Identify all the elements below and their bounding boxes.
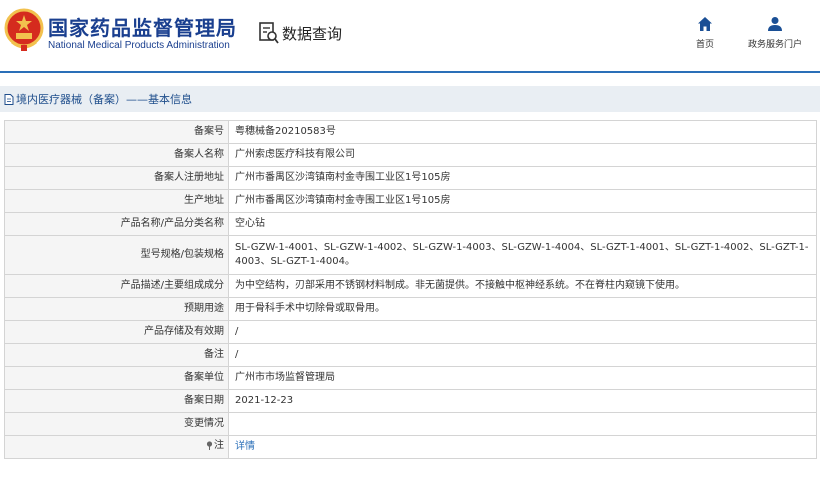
- document-icon: [4, 93, 14, 105]
- field-value: 广州市市场监督管理局: [228, 366, 817, 390]
- breadcrumb: 境内医疗器械（备案）——基本信息: [0, 86, 820, 112]
- field-value: 为中空结构，刃部采用不锈钢材料制成。非无菌提供。不接触中枢神经系统。不在脊柱内窥…: [228, 274, 817, 298]
- field-label: 产品存储及有效期: [4, 320, 229, 344]
- nav-home[interactable]: 首页: [688, 16, 722, 50]
- field-label: 变更情况: [4, 412, 229, 436]
- field-value: 粤穗械备20210583号: [228, 120, 817, 144]
- field-value: 广州索虑医疗科技有限公司: [228, 143, 817, 167]
- field-value: /: [228, 320, 817, 344]
- table-row: 注 详情: [4, 435, 817, 459]
- home-icon: [698, 17, 712, 31]
- field-label: 备案日期: [4, 389, 229, 413]
- nav-service-portal[interactable]: 政务服务门户: [742, 16, 808, 50]
- national-emblem-icon: [4, 8, 44, 51]
- site-title-english: National Medical Products Administration: [48, 40, 230, 51]
- field-value: 用于骨科手术中切除骨或取骨用。: [228, 297, 817, 321]
- breadcrumb-text: 境内医疗器械（备案）——基本信息: [16, 93, 192, 106]
- header-divider: [0, 71, 820, 73]
- field-label: 备案人注册地址: [4, 166, 229, 190]
- site-title: 国家药品监督管理局: [48, 16, 237, 40]
- table-row: 备案日期 2021-12-23: [4, 389, 817, 413]
- field-label: 备案人名称: [4, 143, 229, 167]
- field-label: 生产地址: [4, 189, 229, 213]
- pin-icon: [206, 441, 213, 451]
- site-header: 国家药品监督管理局 National Medical Products Admi…: [0, 0, 820, 72]
- table-row: 产品名称/产品分类名称 空心钻: [4, 212, 817, 236]
- field-value: 2021-12-23: [228, 389, 817, 413]
- note-label-cell: 注: [4, 435, 229, 459]
- field-label: 备案号: [4, 120, 229, 144]
- table-row: 产品描述/主要组成成分 为中空结构，刃部采用不锈钢材料制成。非无菌提供。不接触中…: [4, 274, 817, 298]
- note-label: 注: [206, 439, 224, 453]
- user-icon: [768, 17, 782, 31]
- data-query-label: 数据查询: [282, 24, 343, 43]
- record-detail-table: 备案号 粤穗械备20210583号 备案人名称 广州索虑医疗科技有限公司 备案人…: [4, 120, 817, 459]
- table-row: 产品存储及有效期 /: [4, 320, 817, 344]
- table-row: 生产地址 广州市番禺区沙湾镇南村金寺围工业区1号105房: [4, 189, 817, 213]
- table-row: 备案号 粤穗械备20210583号: [4, 120, 817, 144]
- field-value: 空心钻: [228, 212, 817, 236]
- field-label: 备案单位: [4, 366, 229, 390]
- data-query-link[interactable]: 数据查询: [258, 20, 342, 46]
- field-label: 产品名称/产品分类名称: [4, 212, 229, 236]
- details-link[interactable]: 详情: [235, 441, 255, 452]
- field-label: 备注: [4, 343, 229, 367]
- table-row: 备案单位 广州市市场监督管理局: [4, 366, 817, 390]
- table-row: 备案人注册地址 广州市番禺区沙湾镇南村金寺围工业区1号105房: [4, 166, 817, 190]
- field-label: 型号规格/包装规格: [4, 235, 229, 275]
- field-value: 广州市番禺区沙湾镇南村金寺围工业区1号105房: [228, 166, 817, 190]
- table-row: 备注 /: [4, 343, 817, 367]
- field-value: /: [228, 343, 817, 367]
- field-label: 预期用途: [4, 297, 229, 321]
- document-search-icon: [259, 22, 279, 44]
- table-row: 预期用途 用于骨科手术中切除骨或取骨用。: [4, 297, 817, 321]
- table-row: 变更情况: [4, 412, 817, 436]
- note-value-cell: 详情: [228, 435, 817, 459]
- nav-home-label: 首页: [695, 40, 714, 50]
- field-value: [228, 412, 817, 436]
- note-label-text: 注: [214, 439, 224, 451]
- field-value: SL-GZW-1-4001、SL-GZW-1-4002、SL-GZW-1-400…: [228, 235, 817, 275]
- field-label: 产品描述/主要组成成分: [4, 274, 229, 298]
- field-value: 广州市番禺区沙湾镇南村金寺围工业区1号105房: [228, 189, 817, 213]
- table-row: 备案人名称 广州索虑医疗科技有限公司: [4, 143, 817, 167]
- table-row: 型号规格/包装规格 SL-GZW-1-4001、SL-GZW-1-4002、SL…: [4, 235, 817, 275]
- nav-portal-label: 政务服务门户: [747, 40, 802, 50]
